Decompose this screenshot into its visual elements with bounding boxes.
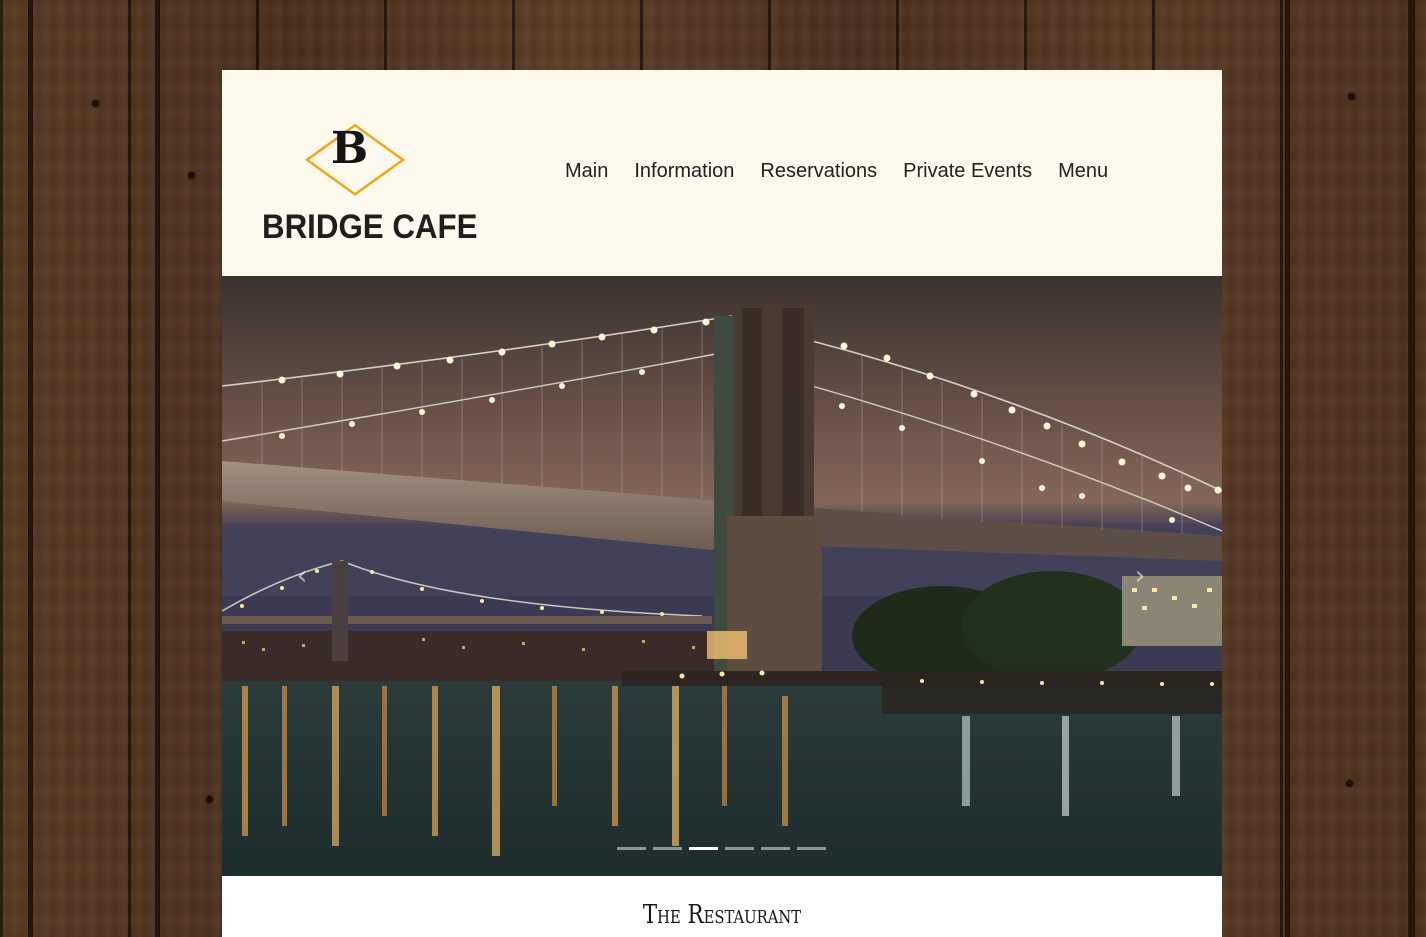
logo-letter: B: [331, 123, 369, 174]
nav-item-information[interactable]: Information: [634, 160, 734, 183]
nav-item-main[interactable]: Main: [565, 160, 608, 183]
wood-plank-gap: [1285, 0, 1290, 937]
carousel-indicator-active[interactable]: [689, 847, 718, 850]
nav-item-reservations[interactable]: Reservations: [760, 160, 877, 183]
nav-item-private-events[interactable]: Private Events: [903, 160, 1032, 183]
nav-item-menu[interactable]: Menu: [1058, 160, 1108, 183]
page-container: B BRIDGE CAFE Main Information Reservati…: [222, 70, 1222, 937]
carousel-slide-image: [222, 276, 1222, 876]
section-title: The Restaurant: [642, 900, 802, 930]
logo[interactable]: B BRIDGE CAFE: [260, 100, 477, 250]
carousel-indicator[interactable]: [725, 847, 754, 850]
wood-plank-gap: [28, 0, 33, 937]
chevron-left-icon: ‹: [296, 561, 308, 591]
nail-decoration: [92, 100, 99, 107]
carousel-prev-button[interactable]: ‹: [290, 562, 314, 590]
nail-decoration: [188, 172, 195, 179]
logo-text: BRIDGE CAFE: [262, 208, 478, 246]
carousel-indicators: [617, 847, 826, 850]
carousel-indicator[interactable]: [761, 847, 790, 850]
wood-plank-gap: [155, 0, 160, 937]
carousel-next-button[interactable]: ›: [1128, 562, 1152, 590]
nail-decoration: [1348, 93, 1355, 100]
carousel-indicator[interactable]: [617, 847, 646, 850]
nail-decoration: [206, 796, 213, 803]
wood-plank-gap: [1410, 0, 1415, 937]
chevron-right-icon: ›: [1134, 561, 1146, 591]
carousel-indicator[interactable]: [797, 847, 826, 850]
site-header: B BRIDGE CAFE Main Information Reservati…: [222, 70, 1222, 276]
main-nav: Main Information Reservations Private Ev…: [565, 160, 1134, 183]
carousel-indicator[interactable]: [653, 847, 682, 850]
nail-decoration: [1346, 780, 1353, 787]
image-carousel[interactable]: ‹ ›: [222, 276, 1222, 876]
